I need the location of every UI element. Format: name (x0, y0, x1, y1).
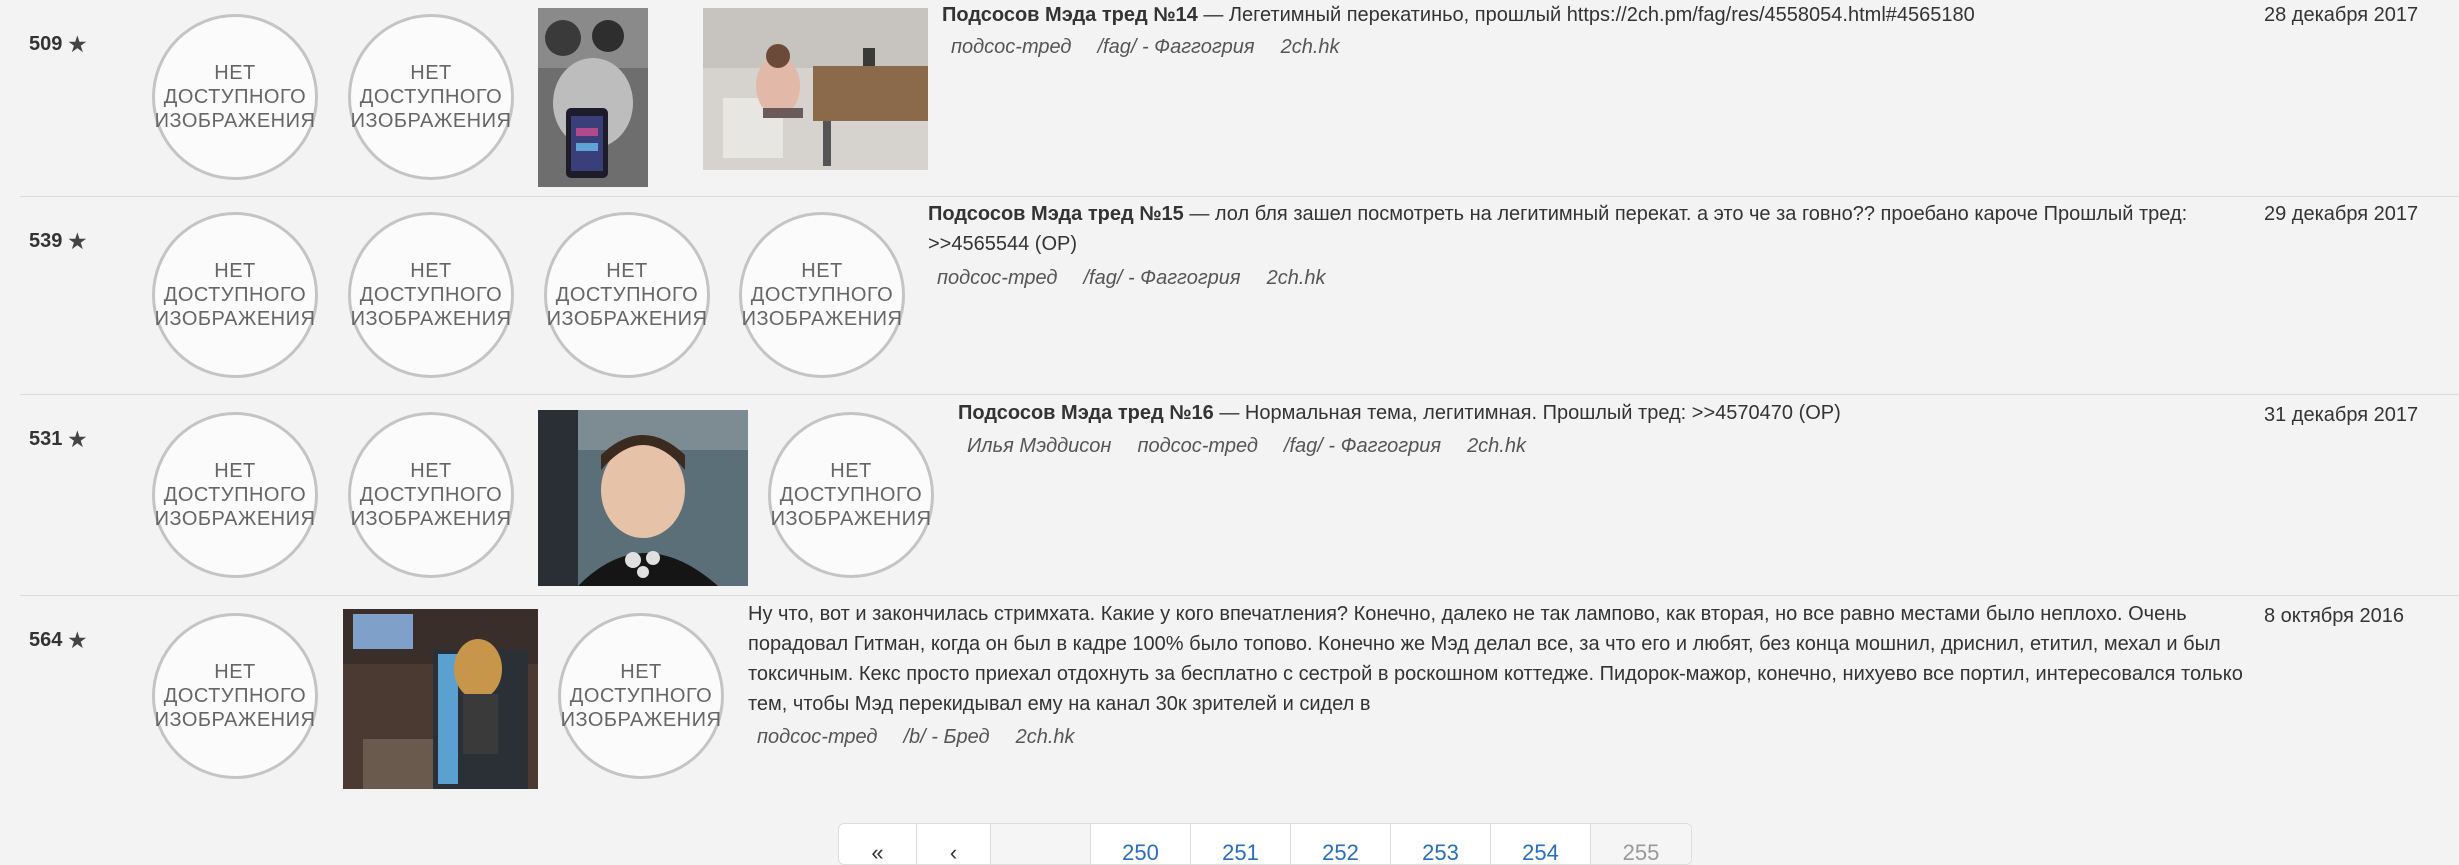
tag-link[interactable]: /fag/ - Фаггогрия (1083, 267, 1240, 290)
pagination-page[interactable]: 252 (1291, 824, 1391, 864)
tag-link[interactable]: 2ch.hk (1281, 36, 1340, 59)
tag-link[interactable]: подсос-тред (951, 36, 1071, 59)
thread-text[interactable]: Подсосов Мэда тред №15 — лол бля зашел п… (928, 199, 2258, 259)
thread-score: 539 ★ (29, 229, 87, 254)
thread-date: 8 октября 2016 (2264, 605, 2404, 627)
thread-text[interactable]: Подсосов Мэда тред №16 — Нормальная тема… (958, 398, 2258, 428)
thread-tags: Илья Мэддисон подсос-тред /fag/ - Фаггог… (967, 435, 1526, 458)
pagination-page-current: 255 (1591, 824, 1691, 864)
no-image-placeholder[interactable]: НЕТ ДОСТУПНОГО ИЗОБРАЖЕНИЯ (152, 212, 318, 378)
thread-text[interactable]: Подсосов Мэда тред №14 — Легетимный пере… (942, 0, 2242, 30)
thread-title[interactable]: Подсосов Мэда тред №14 (942, 4, 1198, 26)
thread-tags: подсос-тред /fag/ - Фаггогрия 2ch.hk (951, 36, 1340, 59)
star-icon[interactable]: ★ (68, 628, 86, 653)
no-image-placeholder[interactable]: НЕТ ДОСТУПНОГО ИЗОБРАЖЕНИЯ (348, 212, 514, 378)
thread-thumbnail[interactable] (703, 8, 928, 170)
thread-row: 531 ★ НЕТ ДОСТУПНОГО ИЗОБРАЖЕНИЯ НЕТ ДОС… (20, 395, 2459, 596)
thread-score: 531 ★ (29, 427, 87, 452)
thread-tags: подсос-тред /fag/ - Фаггогрия 2ch.hk (937, 267, 1326, 290)
tag-link[interactable]: 2ch.hk (1016, 726, 1075, 749)
thread-thumbnail[interactable] (538, 410, 748, 586)
pagination-first[interactable]: « (839, 824, 917, 864)
no-image-placeholder[interactable]: НЕТ ДОСТУПНОГО ИЗОБРАЖЕНИЯ (768, 412, 934, 578)
thread-tags: подсос-тред /b/ - Бред 2ch.hk (757, 726, 1075, 749)
pagination-page[interactable]: 253 (1391, 824, 1491, 864)
no-image-placeholder[interactable]: НЕТ ДОСТУПНОГО ИЗОБРАЖЕНИЯ (152, 14, 318, 180)
tag-link[interactable]: 2ch.hk (1467, 435, 1526, 458)
tag-link[interactable]: Илья Мэддисон (967, 435, 1111, 458)
thread-title[interactable]: Подсосов Мэда тред №16 (958, 402, 1214, 424)
no-image-placeholder[interactable]: НЕТ ДОСТУПНОГО ИЗОБРАЖЕНИЯ (152, 613, 318, 779)
no-image-placeholder[interactable]: НЕТ ДОСТУПНОГО ИЗОБРАЖЕНИЯ (348, 412, 514, 578)
tag-link[interactable]: /b/ - Бред (903, 726, 989, 749)
no-image-placeholder[interactable]: НЕТ ДОСТУПНОГО ИЗОБРАЖЕНИЯ (739, 212, 905, 378)
thread-score: 509 ★ (29, 32, 87, 57)
pagination-page[interactable]: 250 (1091, 824, 1191, 864)
pagination-page[interactable]: 251 (1191, 824, 1291, 864)
thread-date: 31 декабря 2017 (2264, 404, 2419, 426)
pagination-prev[interactable]: ‹ (917, 824, 991, 864)
star-icon[interactable]: ★ (68, 32, 86, 57)
pagination-ellipsis (991, 824, 1091, 864)
tag-link[interactable]: /fag/ - Фаггогрия (1097, 36, 1254, 59)
thread-excerpt: — Легетимный перекатиньо, прошлый https:… (1197, 4, 1975, 26)
thread-date: 29 декабря 2017 (2264, 203, 2419, 225)
tag-link[interactable]: подсос-тред (937, 267, 1057, 290)
tag-link[interactable]: /fag/ - Фаггогрия (1284, 435, 1441, 458)
tag-link[interactable]: подсос-тред (1137, 435, 1257, 458)
thread-row: 564 ★ НЕТ ДОСТУПНОГО ИЗОБРАЖЕНИЯ НЕТ ДОС… (20, 596, 2459, 796)
star-icon[interactable]: ★ (68, 427, 86, 452)
no-image-placeholder[interactable]: НЕТ ДОСТУПНОГО ИЗОБРАЖЕНИЯ (544, 212, 710, 378)
thread-date: 28 декабря 2017 (2264, 4, 2419, 26)
thread-text[interactable]: Ну что, вот и закончилась стримхата. Как… (748, 599, 2258, 719)
no-image-placeholder[interactable]: НЕТ ДОСТУПНОГО ИЗОБРАЖЕНИЯ (152, 412, 318, 578)
pagination: « ‹ 250 251 252 253 254 255 (838, 823, 1692, 865)
thread-score: 564 ★ (29, 628, 87, 653)
no-image-placeholder[interactable]: НЕТ ДОСТУПНОГО ИЗОБРАЖЕНИЯ (348, 14, 514, 180)
thread-thumbnail[interactable] (343, 609, 538, 789)
tag-link[interactable]: 2ch.hk (1267, 267, 1326, 290)
thread-thumbnail[interactable] (538, 8, 648, 187)
tag-link[interactable]: подсос-тред (757, 726, 877, 749)
pagination-page[interactable]: 254 (1491, 824, 1591, 864)
thread-row: 509 ★ НЕТ ДОСТУПНОГО ИЗОБРАЖЕНИЯ НЕТ ДОС… (20, 0, 2459, 197)
thread-row: 539 ★ НЕТ ДОСТУПНОГО ИЗОБРАЖЕНИЯ НЕТ ДОС… (20, 197, 2459, 395)
thread-excerpt: — Нормальная тема, легитимная. Прошлый т… (1213, 402, 1841, 424)
star-icon[interactable]: ★ (68, 229, 86, 254)
thread-title[interactable]: Подсосов Мэда тред №15 (928, 203, 1184, 225)
no-image-placeholder[interactable]: НЕТ ДОСТУПНОГО ИЗОБРАЖЕНИЯ (558, 613, 724, 779)
thread-excerpt: Ну что, вот и закончилась стримхата. Как… (748, 603, 2243, 715)
